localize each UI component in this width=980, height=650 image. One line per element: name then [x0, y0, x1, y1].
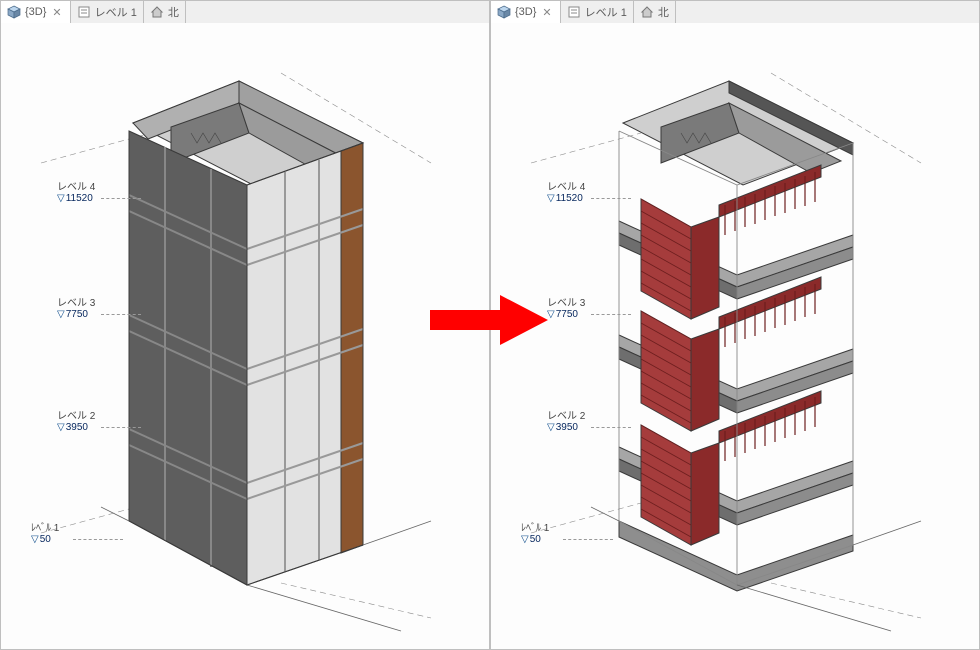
home-icon	[640, 5, 654, 19]
sheet-icon	[77, 5, 91, 19]
tab-north-right[interactable]: 北	[634, 1, 676, 23]
cube-icon	[7, 5, 21, 19]
close-icon[interactable]: ✕	[50, 6, 63, 19]
sheet-icon	[567, 5, 581, 19]
level-label: レベル 37750	[57, 294, 95, 320]
left-3d-canvas[interactable]: レベル 411520 レベル 37750 レベル 23950 ﾚﾍﾞﾙ 150	[1, 23, 489, 649]
tab-3d-right[interactable]: {3D} ✕	[491, 1, 561, 23]
level-label: レベル 37750	[547, 294, 585, 320]
tab-level1-label: レベル 1	[95, 4, 137, 20]
tab-north-left[interactable]: 北	[144, 1, 186, 23]
right-3d-canvas[interactable]: レベル 411520 レベル 37750 レベル 23950 ﾚﾍﾞﾙ 150	[491, 23, 979, 649]
close-icon[interactable]: ✕	[540, 6, 553, 19]
tabstrip-left: {3D} ✕ レベル 1 北	[1, 1, 489, 24]
home-icon	[150, 5, 164, 19]
cube-icon	[497, 5, 511, 19]
tab-level1-left[interactable]: レベル 1	[71, 1, 144, 23]
level-label: レベル 23950	[57, 407, 95, 433]
tab-level1-label: レベル 1	[585, 4, 627, 20]
level-label: レベル 411520	[57, 178, 95, 204]
tab-north-label: 北	[658, 4, 669, 20]
level-label: ﾚﾍﾞﾙ 150	[31, 519, 59, 545]
level-label: レベル 411520	[547, 178, 585, 204]
tabstrip-right: {3D} ✕ レベル 1 北	[491, 1, 979, 24]
tab-3d-label: {3D}	[25, 6, 46, 18]
left-view-pane: {3D} ✕ レベル 1 北	[0, 0, 490, 650]
level-label: ﾚﾍﾞﾙ 150	[521, 519, 549, 545]
tab-north-label: 北	[168, 4, 179, 20]
tab-level1-right[interactable]: レベル 1	[561, 1, 634, 23]
tab-3d-label: {3D}	[515, 6, 536, 18]
tab-3d-left[interactable]: {3D} ✕	[1, 1, 71, 23]
right-view-pane: {3D} ✕ レベル 1 北	[490, 0, 980, 650]
level-label: レベル 23950	[547, 407, 585, 433]
